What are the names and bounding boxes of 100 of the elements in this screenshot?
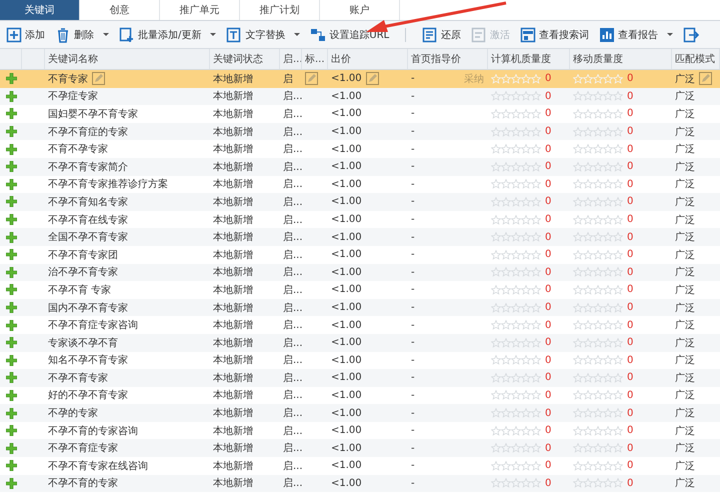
plus-icon[interactable]	[6, 266, 16, 278]
toolbar-button[interactable]: 文字替换	[226, 26, 300, 42]
column-header[interactable]: 启...	[280, 49, 302, 69]
quality-score: 0	[627, 460, 634, 472]
plus-icon[interactable]	[6, 161, 16, 172]
plus-icon[interactable]	[6, 320, 16, 331]
quality-score: 0	[545, 354, 552, 366]
guide-price: -	[411, 284, 415, 296]
table-row[interactable]: 全国不孕不育专家 本地新增 启... <1.00 - 0 0 广泛	[0, 228, 720, 246]
column-header[interactable]: 出价	[328, 49, 408, 69]
plus-icon[interactable]	[6, 90, 16, 102]
table-row[interactable]: 不孕不育的专家 本地新增 启... <1.00 - 0 0 广泛	[0, 474, 720, 492]
table-row[interactable]: 不孕不育专家 本地新增 启... <1.00 - 0 0 广泛	[0, 369, 720, 387]
plus-icon[interactable]	[6, 249, 16, 260]
plus-icon[interactable]	[6, 214, 16, 226]
keyword-status: 本地新增	[213, 248, 253, 262]
quality-score: 0	[545, 337, 552, 348]
plus-icon[interactable]	[6, 408, 16, 419]
toolbar-button[interactable]: 添加	[6, 26, 45, 42]
enabled-cell-text: 启...	[283, 424, 302, 438]
guide-price: -	[411, 337, 415, 348]
match-mode: 广泛	[675, 90, 695, 104]
keyword-status: 本地新增	[213, 142, 253, 156]
edit-icon[interactable]	[92, 72, 105, 86]
match-mode: 广泛	[675, 230, 695, 244]
match-mode: 广泛	[675, 248, 695, 262]
quality-score: 0	[627, 302, 634, 314]
keyword-name: 不孕不育专家推荐诊疗方案	[48, 178, 168, 192]
quality-score: 0	[627, 354, 634, 366]
column-header[interactable]: 标...	[302, 49, 328, 69]
table-row[interactable]: 不孕不育症的专家 本地新增 启... <1.00 - 0 0 广泛	[0, 122, 720, 140]
plus-icon[interactable]	[6, 73, 16, 84]
plus-icon[interactable]	[6, 425, 16, 436]
keyword-status: 本地新增	[213, 424, 253, 438]
toolbar-button[interactable]: 查看报告	[599, 26, 674, 42]
column-header[interactable]: 首页指导价	[408, 49, 488, 69]
plus-icon[interactable]	[6, 302, 16, 314]
bid-cell: <1.00	[331, 284, 362, 296]
plus-icon[interactable]	[6, 144, 16, 155]
column-header[interactable]: 匹配模式	[672, 49, 720, 69]
toolbar-button[interactable]: 查看搜索词	[520, 26, 590, 42]
quality-score: 0	[545, 302, 552, 314]
quality-score: 0	[627, 232, 634, 243]
plus-icon[interactable]	[6, 390, 16, 401]
table-row[interactable]: 不孕不育专家简介 本地新增 启... <1.00 - 0 0 广泛	[0, 158, 720, 176]
plus-icon[interactable]	[6, 372, 16, 384]
quality-score: 0	[627, 390, 634, 401]
bid-cell: <1.00	[331, 266, 362, 278]
trash-icon	[55, 26, 71, 42]
keyword-name: 不孕不育知名专家	[48, 196, 128, 209]
plus-icon[interactable]	[6, 108, 16, 120]
bid-cell: <1.00	[331, 337, 362, 348]
table-row[interactable]: 不孕不育症专家 本地新增 启... <1.00 - 0 0 广泛	[0, 439, 720, 458]
plus-icon[interactable]	[6, 460, 16, 472]
bid-cell: <1.00	[331, 126, 362, 138]
keyword-name: 专家谈不孕不育	[48, 336, 118, 350]
plus-icon[interactable]	[6, 232, 16, 243]
toolbar-button[interactable]: 删除	[55, 26, 109, 42]
plus-icon[interactable]	[6, 354, 16, 366]
table-row[interactable]: 好的不孕不育专家 本地新增 启... <1.00 - 0 0 广泛	[0, 386, 720, 404]
guide-price: -	[411, 214, 415, 226]
table-row[interactable]: 治不孕不育专家 本地新增 启... <1.00 - 0 0 广泛	[0, 264, 720, 282]
table-row[interactable]: 国内不孕不育专家 本地新增 启... <1.00 - 0 0 广泛	[0, 298, 720, 316]
table-row[interactable]: 不孕不育知名专家 本地新增 启... <1.00 - 0 0 广泛	[0, 193, 720, 211]
bid-cell: <1.00	[331, 425, 362, 436]
edit-icon[interactable]	[305, 72, 318, 86]
match-mode: 广泛	[675, 178, 695, 192]
enabled-cell-text: 启...	[283, 460, 302, 473]
column-header[interactable]: 计算机质量度	[488, 49, 570, 69]
plus-icon[interactable]	[6, 178, 16, 190]
column-header[interactable]: 关键词状态	[210, 49, 280, 69]
edit-icon[interactable]	[366, 72, 379, 86]
plus-icon[interactable]	[6, 478, 16, 489]
column-header[interactable]: 关键词名称	[45, 49, 210, 69]
table-row[interactable]: 专家谈不孕不育 本地新增 启... <1.00 - 0 0 广泛	[0, 334, 720, 352]
bid-cell: <1.00	[331, 390, 362, 401]
match-mode: 广泛	[675, 142, 695, 156]
edit-icon[interactable]	[699, 72, 712, 86]
plus-icon[interactable]	[6, 126, 16, 138]
quality-score: 0	[627, 372, 634, 384]
toolbar-button[interactable]: 批量添加/更新	[119, 26, 216, 42]
enabled-cell-text: 启...	[283, 302, 302, 315]
plus-icon[interactable]	[6, 337, 16, 348]
table-row[interactable]: 不孕症专家 本地新增 启... <1.00 - 0 0 广泛	[0, 88, 720, 106]
table-row[interactable]: 不育专家 本地新增 启 <1.00 - 采纳 0 0 广泛	[0, 70, 720, 88]
toolbar-button[interactable]	[683, 26, 700, 42]
plus-icon[interactable]	[6, 284, 16, 296]
keyword-status: 本地新增	[213, 178, 253, 192]
tab[interactable]: 关键词	[0, 0, 80, 20]
bid-cell: <1.00	[331, 442, 362, 454]
keyword-name: 国妇婴不孕不育专家	[48, 108, 138, 121]
keyword-status: 本地新增	[213, 388, 253, 402]
plus-icon[interactable]	[6, 196, 16, 208]
enabled-cell-text: 启...	[283, 476, 302, 490]
plus-icon[interactable]	[6, 442, 16, 454]
quality-score: 0	[627, 442, 634, 454]
quality-score: 0	[545, 178, 552, 190]
table-row[interactable]: 不孕的专家 本地新增 启... <1.00 - 0 0 广泛	[0, 404, 720, 422]
column-header[interactable]: 移动质量度	[570, 49, 672, 69]
toolbar-button[interactable]: 还原	[422, 26, 462, 42]
